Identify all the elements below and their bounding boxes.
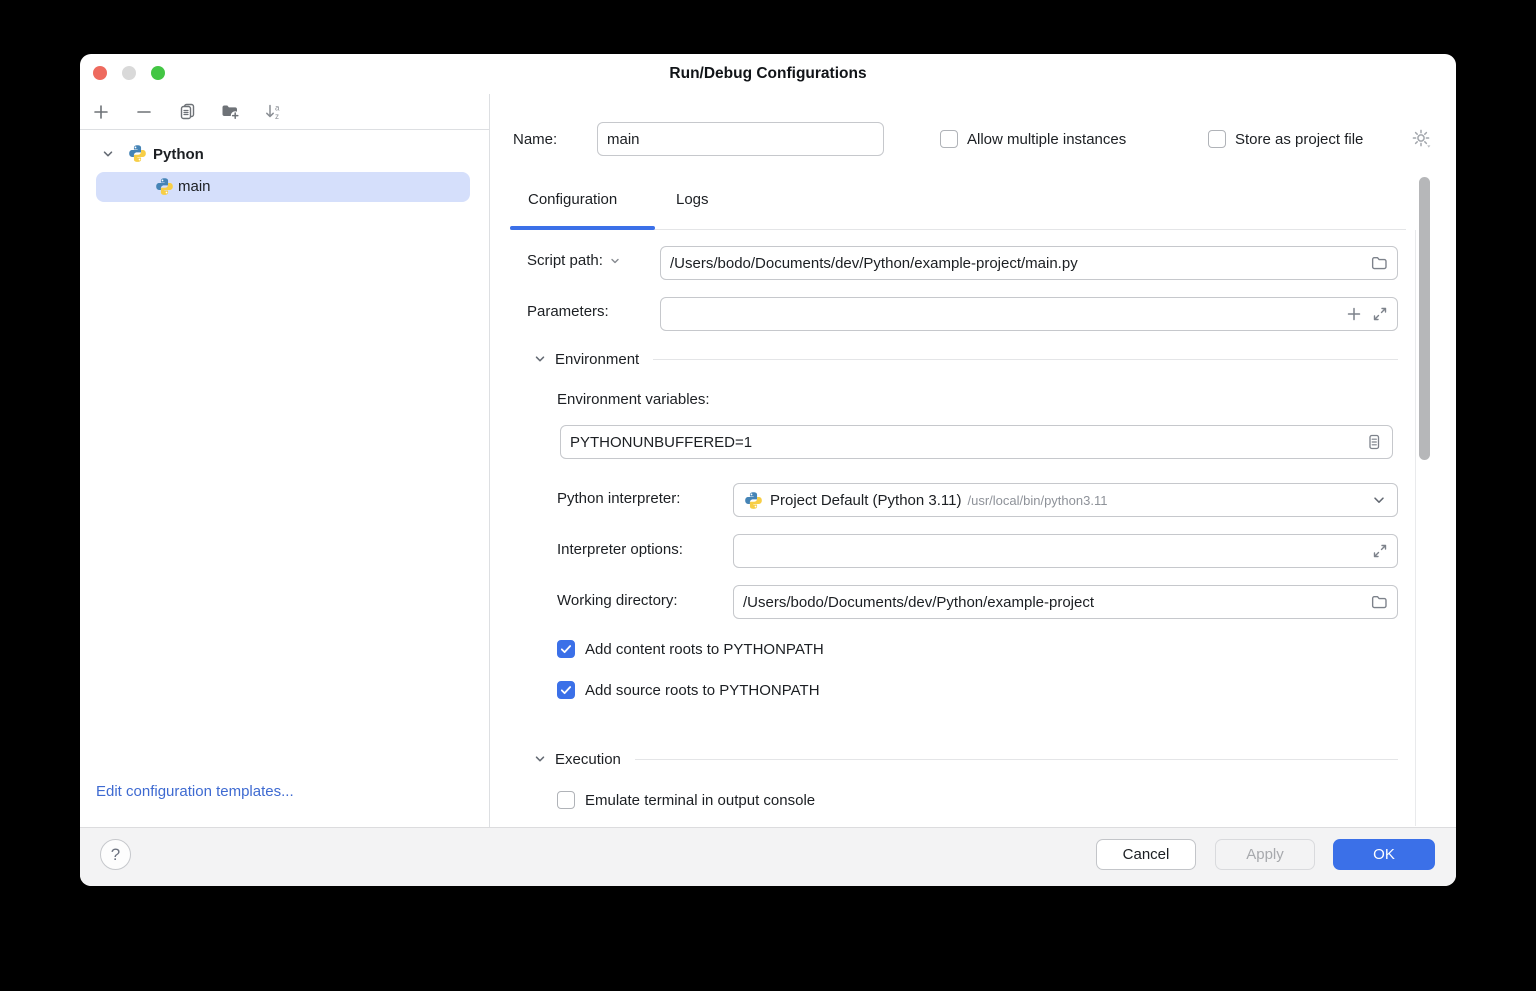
python-interpreter-label: Python interpreter:	[557, 490, 680, 508]
chevron-down-icon	[533, 752, 547, 766]
tab-logs[interactable]: Logs	[676, 191, 709, 208]
interpreter-options-label: Interpreter options:	[557, 541, 683, 559]
apply-button[interactable]: Apply	[1215, 839, 1315, 870]
python-icon	[155, 177, 174, 196]
name-field-wrapper	[597, 122, 884, 156]
folder-icon	[1370, 254, 1388, 272]
gear-icon	[1411, 128, 1432, 149]
section-rule	[653, 359, 1398, 360]
chevron-down-icon	[1371, 492, 1387, 508]
new-folder-icon	[220, 102, 241, 121]
edit-configuration-templates-link[interactable]: Edit configuration templates...	[96, 783, 294, 800]
script-path-label: Script path:	[527, 252, 603, 270]
working-directory-label: Working directory:	[557, 592, 678, 610]
add-content-roots-checkbox[interactable]	[557, 640, 575, 658]
scrollbar-track	[1415, 230, 1416, 826]
working-directory-field-wrapper	[733, 585, 1398, 619]
tree-collapse-chevron[interactable]	[101, 147, 115, 161]
dialog-footer: ? Cancel Apply OK	[80, 827, 1456, 886]
tab-configuration[interactable]: Configuration	[528, 191, 617, 208]
active-tab-underline	[510, 226, 655, 230]
run-debug-configurations-dialog: Run/Debug Configurations a	[80, 54, 1456, 886]
python-interpreter-path: /usr/local/bin/python3.11	[967, 493, 1107, 508]
cancel-button[interactable]: Cancel	[1096, 839, 1196, 870]
working-directory-input[interactable]	[743, 594, 1360, 611]
environment-variables-label: Environment variables:	[557, 391, 710, 409]
python-interpreter-select[interactable]: Project Default (Python 3.11) /usr/local…	[733, 483, 1398, 517]
name-input[interactable]	[607, 131, 874, 148]
script-path-input[interactable]	[670, 255, 1360, 272]
browse-folder-button[interactable]	[1370, 593, 1388, 611]
add-macro-button[interactable]	[1346, 306, 1362, 322]
allow-multiple-instances-checkbox[interactable]	[940, 130, 958, 148]
parameters-input[interactable]	[670, 306, 1336, 323]
folder-icon	[1370, 593, 1388, 611]
store-as-project-file-label: Store as project file	[1235, 131, 1363, 149]
add-content-roots-label: Add content roots to PYTHONPATH	[585, 641, 824, 659]
name-label: Name:	[513, 131, 557, 149]
expand-icon	[1372, 543, 1388, 559]
minus-icon	[135, 103, 153, 121]
help-glyph: ?	[111, 845, 120, 865]
new-folder-button[interactable]	[218, 100, 242, 124]
execution-section-header[interactable]: Execution	[533, 749, 1398, 769]
interpreter-options-field-wrapper	[733, 534, 1398, 568]
chevron-down-icon	[101, 147, 115, 161]
python-interpreter-value: Project Default (Python 3.11)	[770, 492, 961, 509]
dialog-title: Run/Debug Configurations	[80, 65, 1456, 83]
store-options-button[interactable]	[1411, 128, 1432, 149]
scrollbar-thumb[interactable]	[1419, 177, 1430, 460]
environment-variables-field-wrapper	[560, 425, 1393, 459]
check-icon	[559, 642, 573, 656]
help-button[interactable]: ?	[100, 839, 131, 870]
ok-button[interactable]: OK	[1333, 839, 1435, 870]
edit-environment-variables-button[interactable]	[1365, 433, 1383, 451]
add-source-roots-label: Add source roots to PYTHONPATH	[585, 682, 820, 700]
python-icon	[744, 491, 763, 510]
expand-field-button[interactable]	[1372, 543, 1388, 559]
plus-icon	[92, 103, 110, 121]
execution-section-label: Execution	[555, 751, 621, 768]
section-rule	[635, 759, 1398, 760]
remove-configuration-button[interactable]	[132, 100, 156, 124]
environment-section-label: Environment	[555, 351, 639, 368]
copy-configuration-button[interactable]	[175, 100, 199, 124]
parameters-field-wrapper	[660, 297, 1398, 331]
expand-icon	[1372, 306, 1388, 322]
parameters-label: Parameters:	[527, 303, 609, 321]
python-icon	[128, 144, 147, 163]
script-path-field-wrapper	[660, 246, 1398, 280]
environment-variables-input[interactable]	[570, 434, 1355, 451]
add-configuration-button[interactable]	[89, 100, 113, 124]
plus-icon	[1346, 306, 1362, 322]
sort-configurations-button[interactable]: a z	[261, 100, 285, 124]
sidebar-divider	[489, 94, 490, 827]
chevron-down-icon[interactable]	[609, 255, 621, 267]
list-icon	[1365, 433, 1383, 451]
emulate-terminal-label: Emulate terminal in output console	[585, 792, 815, 810]
chevron-down-icon	[533, 352, 547, 366]
interpreter-options-input[interactable]	[743, 543, 1362, 560]
check-icon	[559, 683, 573, 697]
emulate-terminal-checkbox[interactable]	[557, 791, 575, 809]
sort-alphabetically-icon: a z	[264, 102, 283, 121]
tree-item-main-selected[interactable]: main	[96, 172, 470, 202]
browse-file-button[interactable]	[1370, 254, 1388, 272]
tree-group-python[interactable]: Python	[153, 146, 204, 164]
store-as-project-file-checkbox[interactable]	[1208, 130, 1226, 148]
expand-field-button[interactable]	[1372, 306, 1388, 322]
allow-multiple-instances-label: Allow multiple instances	[967, 131, 1126, 149]
add-source-roots-checkbox[interactable]	[557, 681, 575, 699]
configurations-toolbar: a z	[80, 94, 489, 130]
svg-text:z: z	[275, 112, 279, 121]
tree-item-label: main	[178, 178, 211, 196]
environment-section-header[interactable]: Environment	[533, 349, 1398, 369]
script-path-label-row: Script path:	[527, 252, 621, 270]
copy-icon	[178, 102, 197, 121]
